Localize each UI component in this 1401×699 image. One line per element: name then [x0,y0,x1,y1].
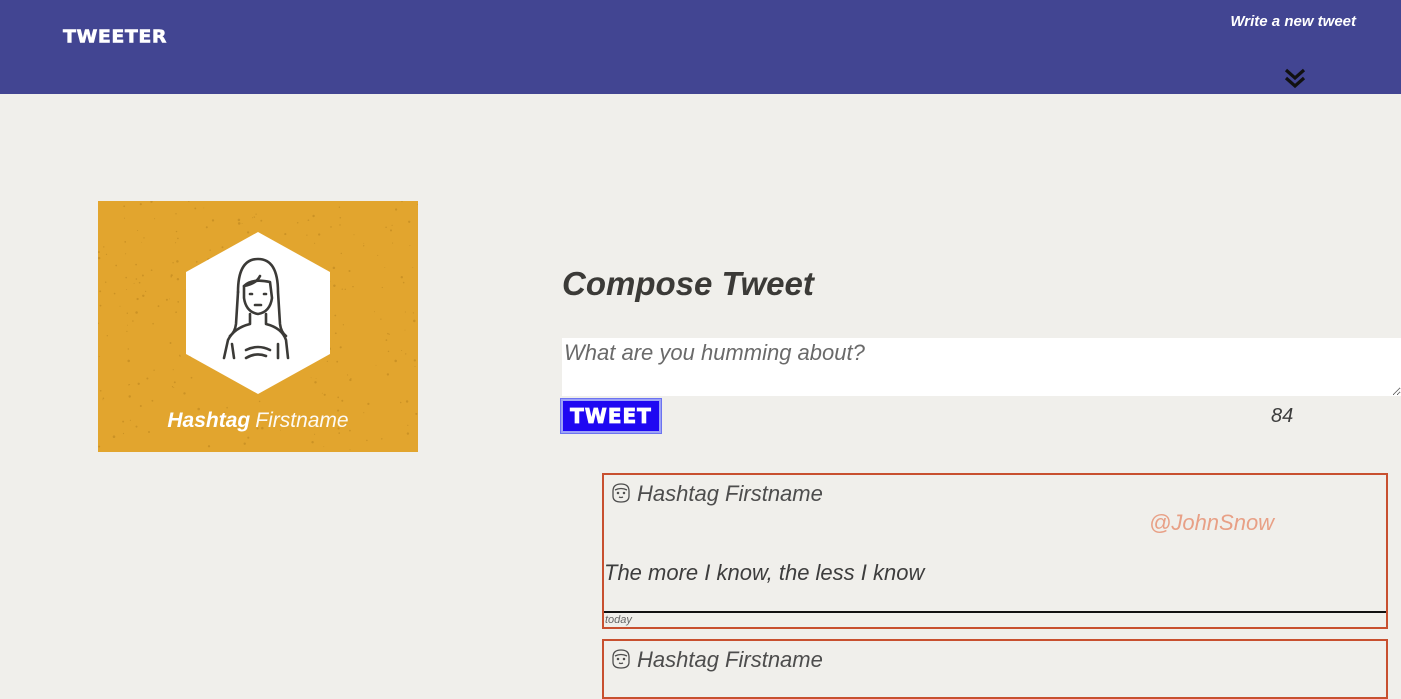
profile-last-name: Firstname [255,409,349,432]
char-counter: 84 [1271,405,1294,427]
tweet-textarea[interactable] [562,338,1401,396]
tweet-timestamp: today [605,614,632,626]
compose-title: Compose Tweet [562,265,814,302]
face-avatar-icon [612,649,630,669]
tweet-handle[interactable]: @JohnSnow [1149,510,1274,536]
top-nav: TWEETER Write a new tweet [0,0,1401,94]
tweet-author: Hashtag Firstname [637,481,823,506]
tweet-body: The more I know, the less I know [604,560,925,585]
profile-card: Hashtag Firstname [98,201,418,452]
brand-logo[interactable]: TWEETER [63,27,167,48]
double-chevron-down-icon[interactable] [1282,66,1308,92]
tweet-divider [604,611,1386,613]
tweet-card: Hashtag Firstname @JohnSnow The more I k… [602,473,1388,629]
tweet-author: Hashtag Firstname [637,647,823,672]
tweet-button[interactable]: TWEET [561,399,661,433]
tweet-card: Hashtag Firstname [602,639,1388,699]
profile-first-name: Hashtag [167,409,251,432]
write-new-tweet-link[interactable]: Write a new tweet [1230,13,1356,30]
profile-name: Hashtag Firstname [98,409,418,433]
face-avatar-icon [612,483,630,503]
woman-avatar-icon [186,232,330,394]
